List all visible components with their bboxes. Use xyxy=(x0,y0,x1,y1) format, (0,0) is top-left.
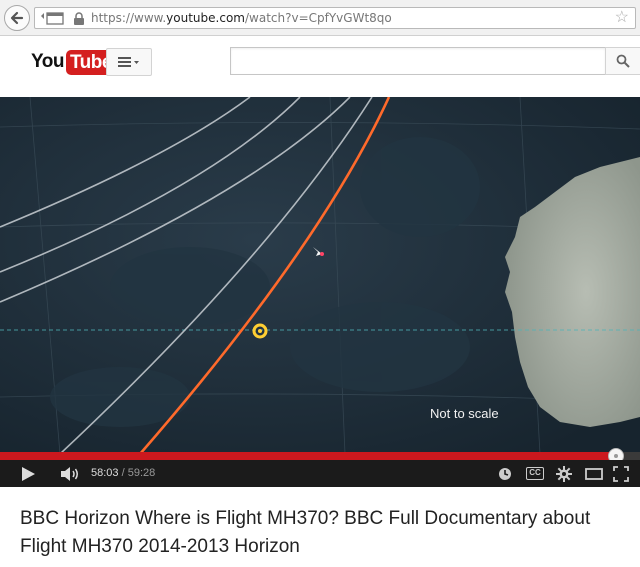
settings-icon xyxy=(556,465,572,482)
url-text[interactable]: https://www.youtube.com/watch?v=CpfYvGWt… xyxy=(91,11,392,25)
cc-button[interactable]: CC xyxy=(526,460,544,487)
video-caption: Not to scale xyxy=(430,406,499,421)
settings-button[interactable] xyxy=(556,460,572,487)
cc-icon: CC xyxy=(526,467,544,480)
player-controls: 58:03 / 59:28 CC xyxy=(0,460,640,487)
watch-later-icon xyxy=(499,467,511,480)
lock-icon xyxy=(74,12,84,25)
progress-played xyxy=(0,452,617,460)
theater-mode-button[interactable] xyxy=(585,460,603,487)
watch-later-button[interactable] xyxy=(498,460,512,487)
youtube-logo[interactable]: You Tube xyxy=(31,49,116,75)
guide-menu-button[interactable] xyxy=(106,48,152,76)
progress-bar[interactable] xyxy=(0,448,640,464)
star-icon[interactable]: ☆ xyxy=(615,9,629,27)
play-button[interactable] xyxy=(20,460,36,487)
search-icon xyxy=(616,54,630,68)
browser-toolbar: https://www.youtube.com/watch?v=CpfYvGWt… xyxy=(0,0,640,36)
video-player[interactable]: Not to scale xyxy=(0,97,640,454)
address-bar[interactable]: https://www.youtube.com/watch?v=CpfYvGWt… xyxy=(34,7,636,29)
apps-icon[interactable] xyxy=(40,12,66,26)
theater-mode-icon xyxy=(585,467,603,480)
guide-menu-icon xyxy=(118,57,139,67)
volume-icon xyxy=(61,466,78,481)
video-frame-map xyxy=(0,97,640,454)
fullscreen-button[interactable] xyxy=(613,460,629,487)
fullscreen-icon xyxy=(613,465,629,482)
video-title: BBC Horizon Where is Flight MH370? BBC F… xyxy=(20,508,591,557)
search-input[interactable] xyxy=(230,47,606,75)
youtube-header: You Tube xyxy=(0,37,640,97)
back-button[interactable] xyxy=(4,5,30,31)
play-icon xyxy=(22,466,35,481)
time-display: 58:03 / 59:28 xyxy=(91,467,156,479)
back-arrow-icon xyxy=(10,11,24,25)
volume-button[interactable] xyxy=(60,460,80,487)
search-button[interactable] xyxy=(605,47,640,75)
